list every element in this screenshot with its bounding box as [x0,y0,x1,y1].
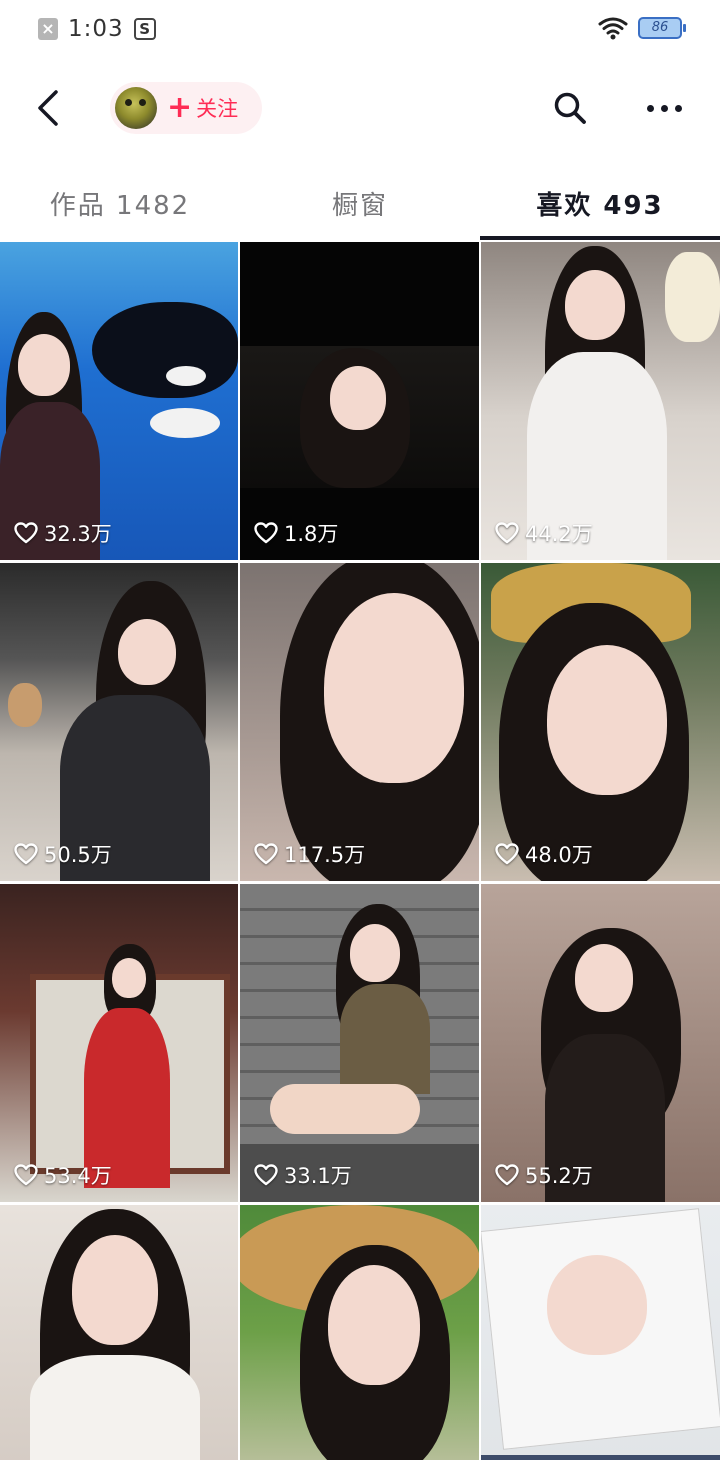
like-count-text: 53.4万 [44,1164,112,1188]
like-count-text: 50.5万 [44,843,112,867]
video-thumbnail[interactable] [0,1205,238,1460]
heart-outline-icon [14,1164,38,1186]
like-count: 50.5万 [14,839,112,869]
more-dots-icon [646,104,654,112]
like-count: 53.4万 [14,1160,112,1190]
video-grid: 32.3万 1.8万 44.2万 50.5万 117.5万 48.0万 53.4… [0,242,720,1460]
like-count-text: 32.3万 [44,522,112,546]
avatar[interactable] [115,87,157,129]
heart-outline-icon [14,522,38,544]
like-count-text: 117.5万 [284,843,366,867]
heart-outline-icon [495,1164,519,1186]
more-dots-icon [660,104,668,112]
back-button[interactable] [24,84,72,132]
clock: 1:03 [68,16,124,42]
search-icon [554,92,586,124]
heart-outline-icon [495,843,519,865]
video-thumbnail[interactable]: 33.1万 [240,884,479,1202]
follow-plus-icon: + [167,90,193,125]
profile-tabs: 作品 1482 橱窗 喜欢 493 [0,168,720,242]
wifi-icon [598,17,628,40]
like-count-text: 48.0万 [525,843,593,867]
chevron-left-icon [38,90,58,126]
heart-outline-icon [495,522,519,544]
more-dots-icon [674,104,682,112]
video-thumbnail[interactable]: 44.2万 [481,242,720,560]
follow-button[interactable]: + 关注 [110,82,262,134]
video-thumbnail[interactable]: 55.2万 [481,884,720,1202]
like-count: 117.5万 [254,839,365,869]
tab-likes[interactable]: 喜欢 493 [480,168,720,238]
status-bar: × 1:03 S 86 [0,0,720,58]
heart-outline-icon [254,1164,278,1186]
video-thumbnail[interactable]: 32.3万 [0,242,238,560]
notification-s-icon: S [133,18,156,40]
like-count-text: 33.1万 [284,1164,352,1188]
like-count-text: 44.2万 [525,522,593,546]
video-thumbnail[interactable]: 1.8万 [240,242,479,560]
video-thumbnail[interactable]: 48.0万 [481,563,720,881]
heart-outline-icon [14,843,38,865]
status-right: 86 [598,14,686,42]
tab-showcase[interactable]: 橱窗 [240,168,480,238]
notification-x-icon: × [38,18,58,40]
like-count: 48.0万 [495,839,593,869]
heart-outline-icon [254,843,278,865]
tab-works[interactable]: 作品 1482 [0,168,240,238]
like-count-text: 1.8万 [284,522,339,546]
like-count: 32.3万 [14,518,112,548]
tab-indicator [480,236,720,240]
like-count: 33.1万 [254,1160,352,1190]
thumbnail-image [92,302,238,398]
video-thumbnail[interactable]: 53.4万 [0,884,238,1202]
heart-outline-icon [254,522,278,544]
status-left: × 1:03 S [38,16,156,42]
more-options-button[interactable] [638,84,690,132]
video-thumbnail[interactable] [481,1205,720,1460]
video-thumbnail[interactable]: 50.5万 [0,563,238,881]
follow-label: 关注 [196,97,239,121]
like-count: 55.2万 [495,1160,593,1190]
like-count: 1.8万 [254,518,338,548]
video-thumbnail[interactable] [240,1205,479,1460]
video-thumbnail[interactable]: 117.5万 [240,563,479,881]
battery-icon: 86 [638,17,686,39]
search-button[interactable] [546,84,594,132]
profile-nav-bar: + 关注 [0,70,720,146]
like-count: 44.2万 [495,518,593,548]
like-count-text: 55.2万 [525,1164,593,1188]
